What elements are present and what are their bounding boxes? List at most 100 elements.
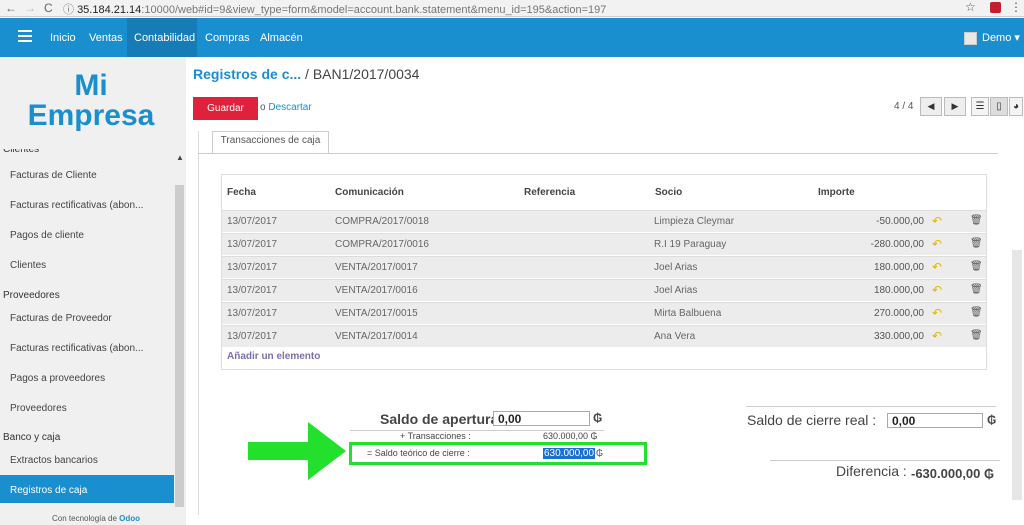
nav-almacen[interactable]: Almacén: [260, 32, 303, 44]
col-header-comunicacion[interactable]: Comunicación: [335, 187, 404, 198]
cell-partner: Joel Arias: [654, 285, 698, 296]
cell-partner: Limpieza Cleymar: [654, 216, 735, 227]
back-icon[interactable]: ←: [5, 1, 17, 15]
discard-button[interactable]: Descartar: [268, 102, 311, 113]
address-bar[interactable]: ⓘ 35.184.21.14:10000/web#id=9&view_type=…: [63, 1, 983, 16]
sidebar-head-banco: Banco y caja: [3, 432, 61, 443]
url-path: :10000/web#id=9&view_type=form&model=acc…: [141, 4, 607, 16]
cell-date: 13/07/2017: [227, 308, 278, 319]
divider: [746, 406, 996, 407]
sidebar-item-clientes[interactable]: Clientes: [10, 260, 46, 271]
opening-balance-input[interactable]: 0,00: [493, 411, 590, 426]
cell-amount: -50.000,00: [876, 216, 924, 227]
forward-icon[interactable]: →: [24, 1, 36, 15]
save-button[interactable]: Guardar: [193, 97, 258, 120]
globe-icon: ◕: [1012, 101, 1020, 112]
nav-ventas[interactable]: Ventas: [89, 32, 123, 44]
trash-icon[interactable]: 🗑: [970, 238, 983, 249]
table-row[interactable]: 13/07/2017 VENTA/2017/0014 Ana Vera 330.…: [222, 325, 986, 347]
sidebar-item-registros-caja[interactable]: Registros de caja: [10, 485, 87, 496]
company-logo[interactable]: Mi Empresa: [0, 71, 182, 131]
sidebar-item-facturas-cliente[interactable]: Facturas de Cliente: [10, 170, 97, 181]
cell-communication: VENTA/2017/0017: [335, 262, 418, 273]
sidebar-item-facturas-proveedor[interactable]: Facturas de Proveedor: [10, 313, 112, 324]
scroll-up-icon[interactable]: ▲: [176, 153, 184, 162]
discard-link: o Descartar: [260, 102, 312, 113]
col-header-referencia[interactable]: Referencia: [524, 187, 575, 198]
trash-icon[interactable]: 🗑: [970, 284, 983, 295]
sidebar-item-rectificativas-cliente[interactable]: Facturas rectificativas (abon...: [10, 200, 143, 211]
browser-menu-icon[interactable]: ⋮: [1010, 0, 1022, 14]
nav-inicio[interactable]: Inicio: [50, 32, 76, 44]
pager-counter: 4 / 4: [894, 101, 914, 112]
col-header-fecha[interactable]: Fecha: [227, 187, 256, 198]
form-view-button[interactable]: ▯: [990, 97, 1008, 116]
reload-icon[interactable]: C: [44, 1, 53, 15]
tab-transacciones[interactable]: Transacciones de caja: [212, 131, 329, 153]
cell-partner: R.I 19 Paraguay: [654, 239, 727, 250]
reconcile-icon[interactable]: ↶: [932, 260, 942, 274]
annotation-arrow-icon: [248, 422, 346, 480]
divider: [770, 460, 1000, 461]
sidebar-scrollbar[interactable]: [175, 185, 184, 507]
url-host: 35.184.21.14: [77, 4, 142, 16]
pager-next-button[interactable]: ▶: [944, 97, 966, 116]
nav-compras[interactable]: Compras: [205, 32, 250, 44]
cell-amount: 180.000,00: [873, 285, 924, 296]
col-header-socio[interactable]: Socio: [655, 187, 682, 198]
extension-icon[interactable]: [990, 2, 1001, 13]
user-menu[interactable]: Demo ▾: [982, 31, 1020, 44]
sidebar: Mi Empresa Clientes ▲ Facturas de Client…: [0, 57, 186, 525]
trash-icon[interactable]: 🗑: [970, 330, 983, 341]
cell-partner: Joel Arias: [654, 262, 698, 273]
sidebar-item-pagos-proveedores[interactable]: Pagos a proveedores: [10, 373, 105, 384]
avatar[interactable]: [964, 32, 977, 45]
sidebar-item-rectificativas-proveedor[interactable]: Facturas rectificativas (abon...: [10, 343, 143, 354]
breadcrumb-separator: /: [305, 66, 309, 82]
graph-view-button[interactable]: ◕: [1009, 97, 1023, 116]
difference-value: -630.000,00 ₲: [911, 466, 995, 481]
app-menu-icon[interactable]: [18, 30, 32, 42]
sidebar-head-proveedores: Proveedores: [3, 290, 60, 301]
odoo-link[interactable]: Odoo: [119, 514, 140, 523]
cell-date: 13/07/2017: [227, 285, 278, 296]
cell-partner: Mirta Balbuena: [654, 308, 722, 319]
cell-date: 13/07/2017: [227, 262, 278, 273]
bookmark-star-icon[interactable]: ☆: [965, 0, 976, 14]
col-header-importe[interactable]: Importe: [818, 187, 855, 198]
table-row[interactable]: 13/07/2017 VENTA/2017/0016 Joel Arias 18…: [222, 279, 986, 301]
cell-communication: COMPRA/2017/0016: [335, 239, 429, 250]
table-row[interactable]: 13/07/2017 VENTA/2017/0015 Mirta Balbuen…: [222, 302, 986, 324]
reconcile-icon[interactable]: ↶: [932, 329, 942, 343]
pager-prev-button[interactable]: ◀: [920, 97, 942, 116]
sidebar-item-extractos[interactable]: Extractos bancarios: [10, 455, 98, 466]
browser-toolbar: ← → C ⓘ 35.184.21.14:10000/web#id=9&view…: [0, 0, 1024, 17]
cell-amount: 270.000,00: [873, 308, 924, 319]
reconcile-icon[interactable]: ↶: [932, 237, 942, 251]
reconcile-icon[interactable]: ↶: [932, 306, 942, 320]
cell-amount: 180.000,00: [873, 262, 924, 273]
real-closing-input[interactable]: 0,00: [887, 413, 983, 428]
breadcrumb-parent[interactable]: Registros de c...: [193, 66, 301, 82]
site-info-icon[interactable]: ⓘ: [63, 4, 74, 16]
add-line-link[interactable]: Añadir un elemento: [227, 351, 320, 362]
cell-partner: Ana Vera: [654, 331, 696, 342]
powered-by: Con tecnología de Odoo: [52, 514, 140, 523]
table-row[interactable]: 13/07/2017 VENTA/2017/0017 Joel Arias 18…: [222, 256, 986, 278]
list-view-button[interactable]: ☰: [971, 97, 989, 116]
table-row[interactable]: 13/07/2017 COMPRA/2017/0018 Limpieza Cle…: [222, 210, 986, 232]
breadcrumb: Registros de c... / BAN1/2017/0034: [193, 66, 419, 82]
sidebar-item-proveedores[interactable]: Proveedores: [10, 403, 67, 414]
content-scrollbar[interactable]: [1012, 250, 1022, 500]
sidebar-item-pagos-cliente[interactable]: Pagos de cliente: [10, 230, 84, 241]
reconcile-icon[interactable]: ↶: [932, 283, 942, 297]
trash-icon[interactable]: 🗑: [970, 215, 983, 226]
top-navbar: Inicio Ventas Contabilidad Compras Almac…: [0, 18, 1024, 57]
nav-contabilidad[interactable]: Contabilidad: [134, 32, 195, 44]
table-row[interactable]: 13/07/2017 COMPRA/2017/0016 R.I 19 Parag…: [222, 233, 986, 255]
chevron-left-icon: ◀: [927, 101, 935, 111]
trash-icon[interactable]: 🗑: [970, 261, 983, 272]
trash-icon[interactable]: 🗑: [970, 307, 983, 318]
reconcile-icon[interactable]: ↶: [932, 214, 942, 228]
annotation-highlight-box: [349, 442, 647, 465]
